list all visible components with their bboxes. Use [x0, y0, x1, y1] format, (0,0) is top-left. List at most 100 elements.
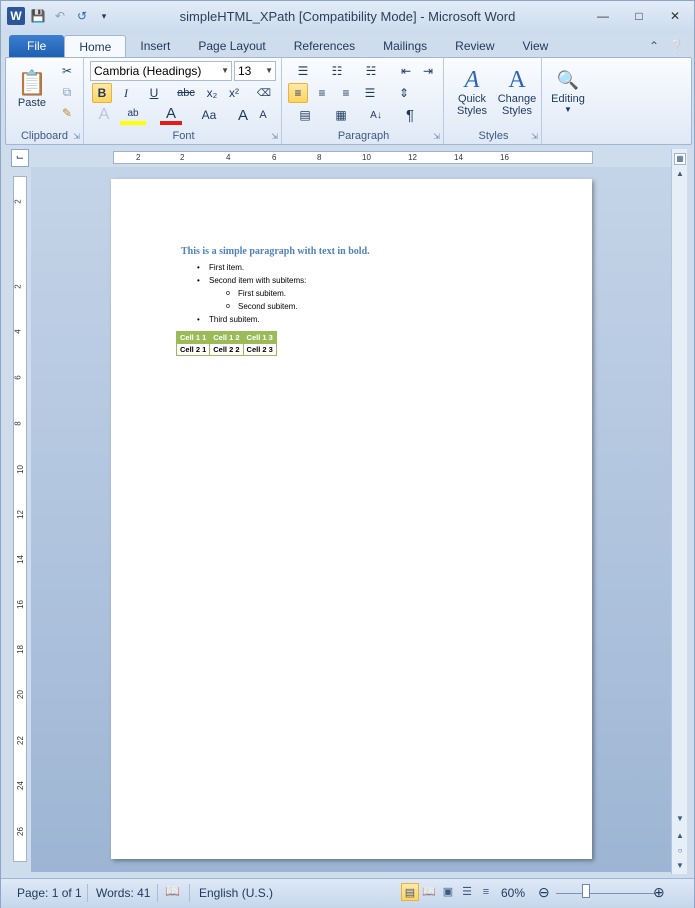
font-size-dropdown-icon[interactable]: ▼ [265, 62, 273, 80]
proofing-icon[interactable]: 📖 [165, 884, 180, 898]
superscript-button[interactable]: x² [224, 83, 244, 103]
italic-button[interactable]: I [116, 83, 136, 103]
paste-button[interactable]: 📋 Paste [12, 62, 52, 118]
font-size-combo[interactable]: 13 ▼ [234, 61, 276, 81]
bullets-icon[interactable]: ☰ [288, 61, 318, 81]
underline-button[interactable]: U [140, 83, 168, 103]
tab-page-layout[interactable]: Page Layout [184, 35, 279, 57]
clipboard-launcher-icon[interactable]: ⇲ [73, 132, 80, 141]
scroll-up-icon[interactable]: ▲ [674, 169, 686, 181]
select-browse-object-icon[interactable]: ○ [674, 846, 686, 858]
align-right-icon[interactable]: ≡ [336, 83, 356, 103]
next-page-icon[interactable]: ▼ [674, 861, 686, 873]
sub-list-item[interactable]: Second subitem. [226, 300, 306, 313]
sub-list-item[interactable]: First subitem. [226, 287, 306, 300]
list-item[interactable]: First item. [197, 261, 306, 274]
strikethrough-button[interactable]: abc [174, 83, 198, 103]
table-cell[interactable]: Cell 1 3 [242, 331, 277, 344]
ruler-number: 22 [15, 736, 25, 745]
draft-icon[interactable]: ≡ [477, 883, 495, 901]
bullet-list[interactable]: First item. Second item with subitems: F… [197, 261, 306, 326]
full-screen-reading-icon[interactable]: 📖 [420, 883, 438, 901]
help-icon[interactable]: ❔ [669, 39, 684, 53]
paragraph-launcher-icon[interactable]: ⇲ [433, 132, 440, 141]
document-heading[interactable]: This is a simple paragraph with text in … [181, 246, 370, 257]
shrink-font-button[interactable]: A [254, 105, 272, 125]
tab-home[interactable]: Home [64, 35, 127, 57]
line-spacing-icon[interactable]: ⇕ [390, 83, 418, 103]
document-table[interactable]: Cell 1 1 Cell 1 2 Cell 1 3 Cell 2 1 Cell… [175, 331, 277, 356]
shading-icon[interactable]: ▤ [290, 105, 320, 125]
text-effects-icon[interactable]: A [94, 105, 114, 125]
document-page[interactable]: This is a simple paragraph with text in … [111, 179, 592, 859]
font-name-dropdown-icon[interactable]: ▼ [221, 62, 229, 80]
zoom-out-icon[interactable]: ⊖ [538, 884, 550, 901]
horizontal-ruler[interactable]: 2 2 4 6 8 10 12 14 16 [113, 151, 593, 164]
scroll-down-icon[interactable]: ▼ [674, 814, 686, 826]
zoom-level[interactable]: 60% [501, 886, 525, 900]
vertical-scrollbar[interactable]: ▦ ▲ ▼ ▲ ○ ▼ [671, 149, 687, 874]
zoom-in-icon[interactable]: ⊕ [653, 884, 665, 901]
editing-button[interactable]: 🔍 Editing ▼ [546, 60, 590, 120]
clear-formatting-icon[interactable]: ⌫ [254, 83, 274, 103]
grow-font-button[interactable]: A [234, 105, 252, 125]
numbering-icon[interactable]: ☷ [322, 61, 352, 81]
view-ruler-icon[interactable]: ▦ [674, 153, 686, 165]
print-layout-icon[interactable]: ▤ [401, 883, 419, 901]
cut-icon[interactable]: ✂ [58, 62, 76, 80]
tab-mailings[interactable]: Mailings [369, 35, 441, 57]
sort-icon[interactable]: A↓ [366, 105, 386, 125]
table-cell[interactable]: Cell 2 2 [209, 343, 244, 356]
change-styles-label-2: Styles [502, 105, 532, 117]
align-center-icon[interactable]: ≡ [312, 83, 332, 103]
quick-styles-icon: A [464, 67, 480, 93]
table-cell[interactable]: Cell 2 1 [175, 343, 211, 356]
outline-icon[interactable]: ☰ [458, 883, 476, 901]
change-styles-button[interactable]: A Change Styles [494, 60, 540, 124]
close-icon[interactable]: ✕ [662, 7, 688, 25]
highlight-color-icon[interactable]: ab [120, 105, 146, 125]
borders-icon[interactable]: ▦ [326, 105, 356, 125]
table-cell[interactable]: Cell 1 1 [175, 331, 211, 344]
bold-button[interactable]: B [92, 83, 112, 103]
page-count[interactable]: Page: 1 of 1 [17, 886, 82, 900]
increase-indent-icon[interactable]: ⇥ [418, 61, 438, 81]
language-indicator[interactable]: English (U.S.) [199, 886, 273, 900]
minimize-icon[interactable]: — [590, 7, 616, 25]
list-item[interactable]: Third subitem. [197, 313, 306, 326]
styles-group-label: Styles [478, 130, 509, 142]
change-case-button[interactable]: Aa [196, 105, 222, 125]
styles-launcher-icon[interactable]: ⇲ [531, 132, 538, 141]
copy-icon[interactable]: ⧉ [58, 83, 76, 101]
zoom-slider-thumb[interactable] [582, 884, 590, 898]
font-name-combo[interactable]: Cambria (Headings) ▼ [90, 61, 232, 81]
decrease-indent-icon[interactable]: ⇤ [396, 61, 416, 81]
word-count[interactable]: Words: 41 [96, 886, 150, 900]
font-color-icon[interactable]: A [160, 105, 182, 125]
ruler-number: 2 [13, 284, 23, 289]
format-painter-icon[interactable]: ✎ [58, 104, 76, 122]
table-cell[interactable]: Cell 2 3 [242, 343, 277, 356]
show-marks-button[interactable]: ¶ [400, 105, 420, 125]
tab-file[interactable]: File [9, 35, 65, 57]
table-cell[interactable]: Cell 1 2 [209, 331, 244, 344]
multilevel-list-icon[interactable]: ☵ [356, 61, 386, 81]
vertical-ruler[interactable]: 2 2 4 6 8 10 12 14 16 18 20 22 24 26 [13, 176, 27, 862]
align-left-icon[interactable]: ≡ [288, 83, 308, 103]
minimize-ribbon-icon[interactable]: ⌃ [649, 39, 659, 53]
web-layout-icon[interactable]: ▣ [439, 883, 457, 901]
tab-references[interactable]: References [280, 35, 369, 57]
zoom-slider[interactable] [556, 893, 656, 894]
tab-review[interactable]: Review [441, 35, 508, 57]
subscript-button[interactable]: x₂ [202, 83, 222, 103]
previous-page-icon[interactable]: ▲ [674, 831, 686, 843]
font-launcher-icon[interactable]: ⇲ [271, 132, 278, 141]
maximize-icon[interactable]: □ [626, 7, 652, 25]
justify-icon[interactable]: ☰ [360, 83, 380, 103]
tab-insert[interactable]: Insert [126, 35, 184, 57]
tab-view[interactable]: View [509, 35, 563, 57]
quick-styles-button[interactable]: A Quick Styles [450, 60, 494, 124]
list-item[interactable]: Second item with subitems: [197, 274, 306, 287]
tab-selector[interactable]: ⌙ [11, 149, 29, 167]
font-group-label: Font [172, 130, 195, 142]
